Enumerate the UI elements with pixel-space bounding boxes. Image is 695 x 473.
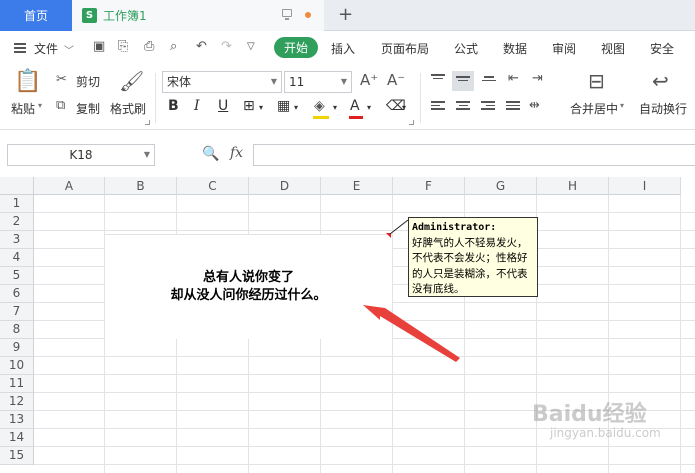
comment-leader-line	[389, 219, 409, 235]
watermark-sub: jingyan.baidu.com	[550, 426, 661, 440]
watermark-text: Baidu经验	[532, 402, 647, 427]
cell-comment[interactable]: Administrator: 好脾气的人不轻易发火，不代表不会发火；性格好的人只…	[408, 217, 538, 297]
comment-body: 好脾气的人不轻易发火，不代表不会发火；性格好的人只是装糊涂，不代表没有底线。	[412, 236, 528, 296]
baidu-watermark: Baidu经验 jingyan.baidu.com	[532, 396, 661, 440]
red-arrow-to-cell	[363, 305, 460, 362]
comment-author: Administrator:	[412, 222, 497, 233]
